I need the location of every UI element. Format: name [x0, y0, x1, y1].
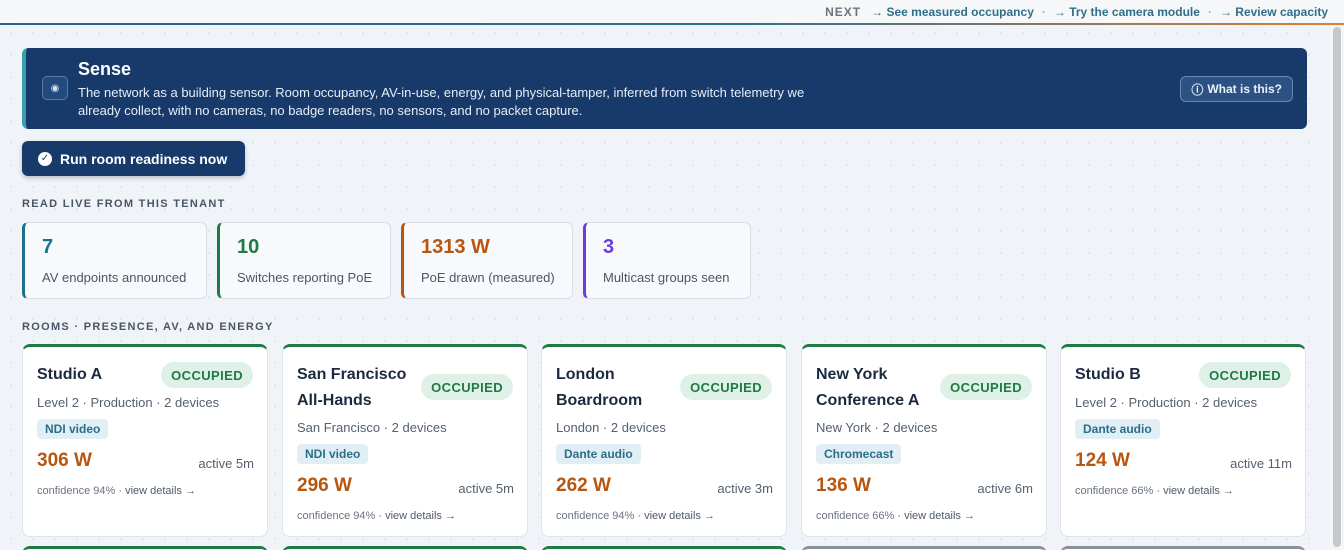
status-badge: OCCUPIED [680, 374, 772, 400]
room-name: Studio A [37, 366, 103, 383]
room-name: New York Conference A [816, 366, 920, 409]
sense-banner: ◉ Sense The network as a building sensor… [22, 48, 1307, 129]
room-confidence-line: confidence 94% · view details → [37, 485, 196, 497]
banner-description: The network as a building sensor. Room o… [78, 85, 805, 118]
view-details-link[interactable]: · view details → [897, 510, 975, 522]
next-link-occupancy[interactable]: → See measured occupancy [871, 5, 1034, 19]
room-confidence-line: confidence 94% · view details → [297, 510, 456, 522]
next-link-capacity[interactable]: → Review capacity [1220, 5, 1328, 19]
stat-card-av-endpoints: 7 AV endpoints announced [22, 222, 207, 299]
run-room-readiness-button[interactable]: ✓ Run room readiness now [22, 141, 245, 176]
room-meta: New York · 2 devices [816, 420, 938, 435]
av-tag: Dante audio [1075, 419, 1160, 439]
room-card-next-row [282, 546, 528, 550]
room-card-new-york[interactable]: New York Conference A OCCUPIED New York … [801, 344, 1047, 537]
run-button-label: Run room readiness now [60, 150, 228, 167]
room-watts: 296 W [297, 475, 352, 496]
status-badge: OCCUPIED [161, 362, 253, 388]
room-card-next-row [541, 546, 787, 550]
check-circle-icon: ✓ [38, 151, 52, 166]
room-confidence: confidence 66% [1075, 485, 1154, 497]
room-active: active 5m [458, 481, 514, 496]
room-watts: 124 W [1075, 450, 1130, 471]
room-card-next-row [801, 546, 1047, 550]
page-scrollbar[interactable] [1330, 25, 1344, 550]
av-tag: NDI video [297, 444, 369, 464]
room-meta: London · 2 devices [556, 420, 666, 435]
next-label: NEXT [825, 4, 862, 19]
room-card-studio-b[interactable]: Studio B OCCUPIED Level 2 · Production ·… [1060, 344, 1306, 537]
view-details-link[interactable]: · view details → [637, 510, 715, 522]
next-steps-bar: NEXT → See measured occupancy · → Try th… [0, 0, 1344, 25]
room-card-next-row [22, 546, 268, 550]
room-active: active 5m [198, 456, 254, 471]
room-card-next-row [1060, 546, 1306, 550]
view-details-link[interactable]: · view details → [378, 510, 456, 522]
stat-label: PoE drawn (measured) [421, 270, 555, 285]
room-card-san-francisco[interactable]: San Francisco All-Hands OCCUPIED San Fra… [282, 344, 528, 537]
stats-section-label: READ LIVE FROM THIS TENANT [22, 198, 226, 210]
room-watts: 262 W [556, 475, 611, 496]
status-badge: OCCUPIED [421, 374, 513, 400]
room-confidence-line: confidence 66% · view details → [816, 510, 975, 522]
room-confidence-line: confidence 66% · view details → [1075, 485, 1234, 497]
stat-card-switches: 10 Switches reporting PoE [217, 222, 391, 299]
room-active: active 11m [1230, 456, 1292, 471]
eye-icon: ◉ [42, 76, 68, 100]
stat-value: 1313 W [421, 236, 490, 258]
stat-value: 7 [42, 236, 54, 258]
av-tag: Chromecast [816, 444, 902, 464]
next-link-camera[interactable]: → Try the camera module [1054, 5, 1200, 19]
scrollbar-thumb[interactable] [1333, 27, 1341, 547]
stat-label: Multicast groups seen [603, 270, 730, 285]
room-card-studio-a[interactable]: Studio A OCCUPIED Level 2 · Production ·… [22, 344, 268, 537]
stat-label: Switches reporting PoE [237, 270, 373, 285]
room-meta: San Francisco · 2 devices [297, 420, 447, 435]
info-icon: ⓘ [1191, 82, 1204, 97]
room-confidence: confidence 94% [556, 510, 635, 522]
next-separator: · [1041, 4, 1046, 19]
av-tag: NDI video [37, 419, 109, 439]
stat-card-multicast: 3 Multicast groups seen [583, 222, 751, 299]
room-watts: 136 W [816, 475, 871, 496]
room-meta: Level 2 · Production · 2 devices [1075, 395, 1258, 410]
next-separator: · [1207, 4, 1212, 19]
view-details-link[interactable]: · view details → [118, 485, 196, 497]
room-name: Studio B [1075, 366, 1141, 383]
status-badge: OCCUPIED [1199, 362, 1291, 388]
stat-card-poe-drawn: 1313 W PoE drawn (measured) [401, 222, 573, 299]
room-confidence-line: confidence 94% · view details → [556, 510, 715, 522]
view-details-link[interactable]: · view details → [1156, 485, 1234, 497]
banner-title: Sense [78, 59, 132, 79]
status-badge: OCCUPIED [940, 374, 1032, 400]
room-card-london[interactable]: London Boardroom OCCUPIED London · 2 dev… [541, 344, 787, 537]
room-name: San Francisco All-Hands [297, 366, 407, 409]
room-active: active 6m [977, 481, 1033, 496]
stat-value: 10 [237, 236, 260, 258]
room-confidence: confidence 94% [37, 485, 116, 497]
room-watts: 306 W [37, 450, 92, 471]
room-confidence: confidence 94% [297, 510, 376, 522]
stat-label: AV endpoints announced [42, 270, 187, 285]
what-is-this-label: What is this? [1207, 82, 1282, 96]
room-name: London Boardroom [556, 366, 643, 409]
what-is-this-button[interactable]: ⓘ What is this? [1180, 76, 1293, 102]
room-meta: Level 2 · Production · 2 devices [37, 395, 220, 410]
av-tag: Dante audio [556, 444, 641, 464]
rooms-section-label: ROOMS · PRESENCE, AV, AND ENERGY [22, 321, 274, 333]
room-active: active 3m [717, 481, 773, 496]
stat-value: 3 [603, 236, 615, 258]
room-confidence: confidence 66% [816, 510, 895, 522]
